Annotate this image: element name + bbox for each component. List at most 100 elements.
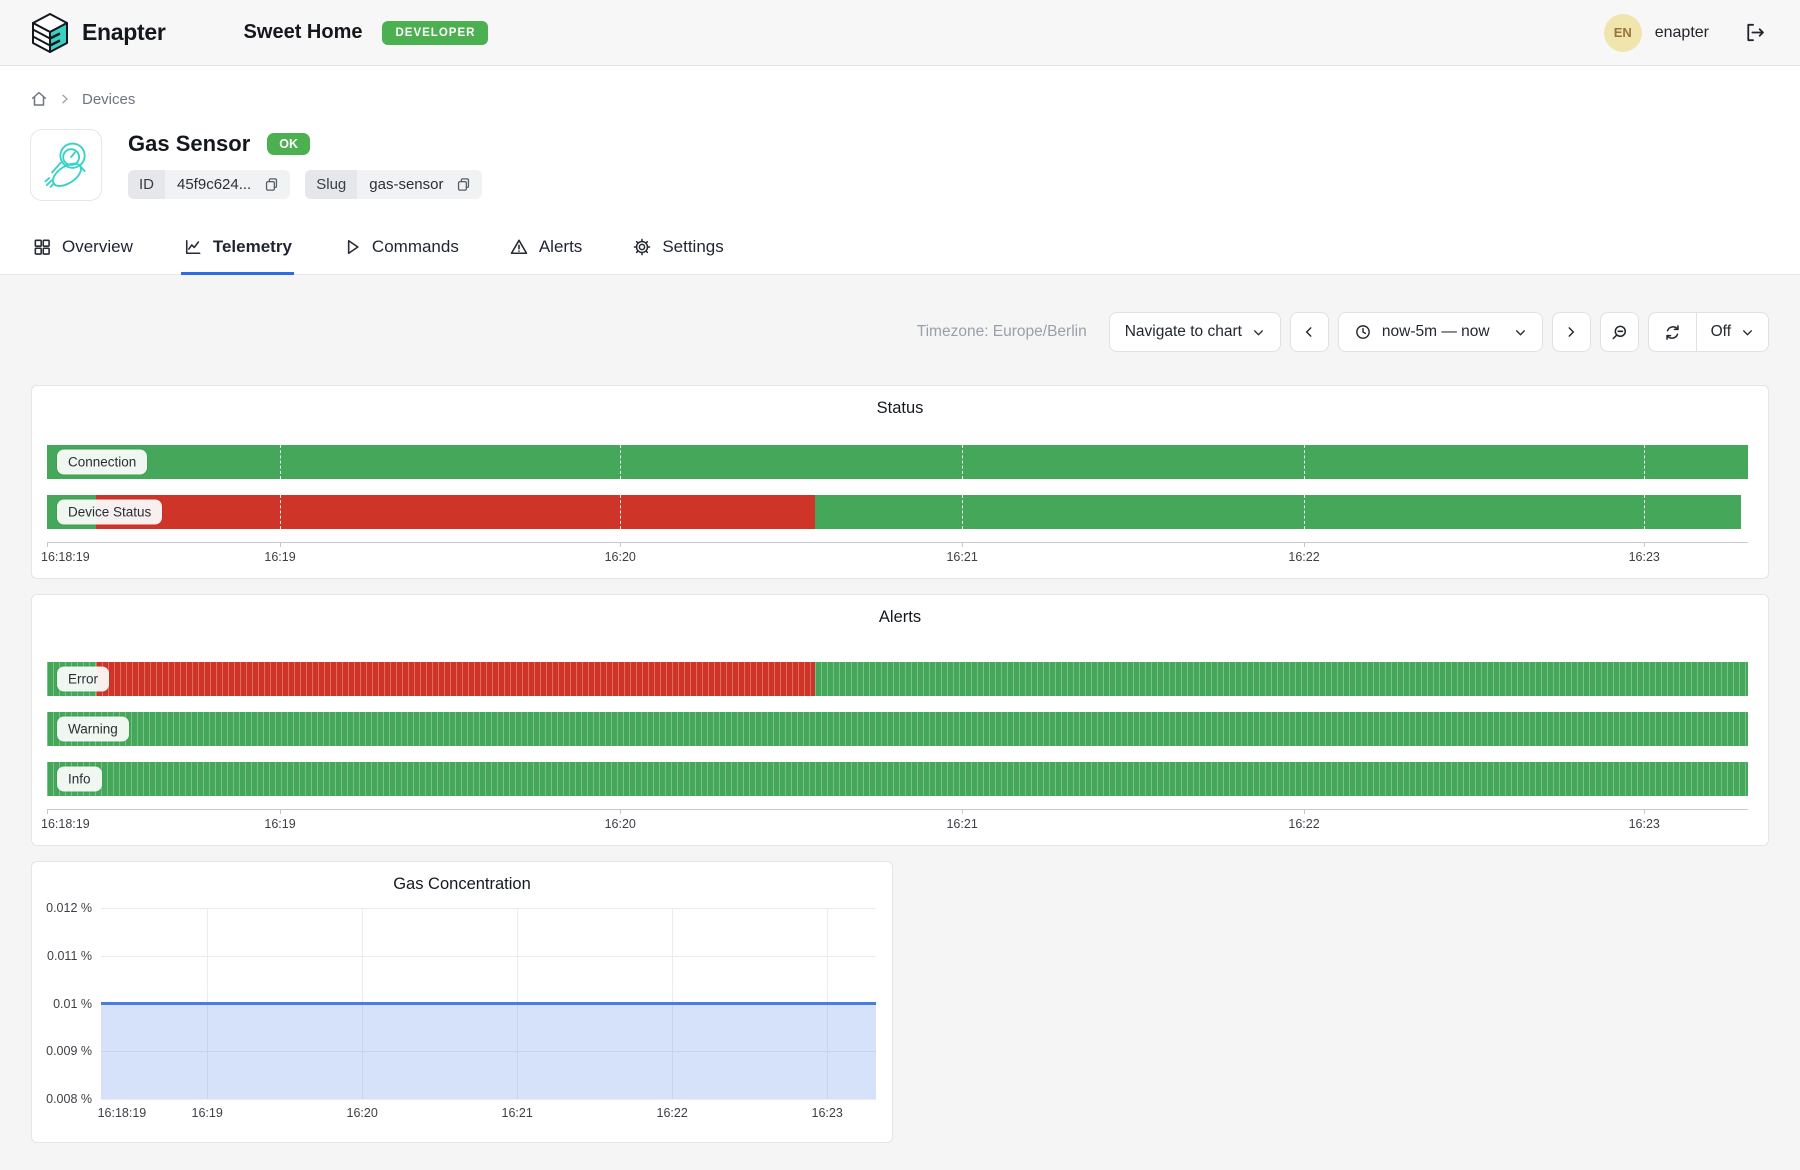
logout-button[interactable] [1739, 17, 1770, 48]
device-id-value: 45f9c624... [165, 170, 255, 199]
axis-tick [620, 543, 621, 547]
row-label-chip: Warning [57, 717, 129, 742]
timeline-segment-green[interactable] [815, 662, 1748, 696]
time-range-picker-button[interactable]: now-5m — now [1338, 312, 1543, 352]
minute-gridline [1304, 445, 1305, 479]
series-area-fill [101, 1004, 876, 1100]
time-range-back-button[interactable] [1290, 312, 1329, 352]
axis-tick-label: 16:21 [502, 1106, 533, 1120]
alerts-chart-card: Alerts Error Warning Info 16:18:19 16:19 16:20… [31, 594, 1769, 846]
chart-title: Status [32, 386, 1768, 418]
zoom-out-icon [1610, 323, 1629, 342]
chart-title: Alerts [32, 595, 1768, 627]
chevron-left-icon [1302, 325, 1316, 339]
device-status-badge: OK [267, 133, 310, 155]
axis-tick-label: 16:20 [347, 1106, 378, 1120]
axis-tick-label: 16:18:19 [41, 817, 90, 831]
tab-commands[interactable]: Commands [340, 227, 461, 275]
device-header: Gas Sensor OK ID 45f9c624... Slug gas-se… [30, 129, 1770, 201]
gas-plot-area[interactable]: 0.012 %0.011 %0.01 %0.009 %0.008 % [101, 908, 876, 1099]
alerts-chart-body: ErrorWarningInfo16:18:1916:1916:2016:211… [32, 662, 1768, 837]
logout-icon [1743, 21, 1766, 44]
tab-telemetry[interactable]: Telemetry [181, 227, 294, 275]
axis-tick-label: 16:18:19 [41, 550, 90, 564]
axis-tick [47, 543, 48, 547]
auto-refresh-label: Off [1711, 323, 1731, 341]
y-gridline [101, 956, 876, 957]
tab-overview[interactable]: Overview [30, 227, 135, 275]
axis-tick [962, 810, 963, 814]
device-id-chip: ID 45f9c624... [128, 170, 290, 199]
time-range-label: now-5m — now [1382, 323, 1490, 341]
axis-tick-label: 16:23 [1629, 817, 1660, 831]
series-line [101, 1002, 876, 1005]
timeline-segment-red[interactable] [96, 495, 815, 529]
breadcrumb: Devices [30, 66, 1770, 108]
copy-id-button[interactable] [255, 170, 290, 199]
tab-label: Overview [62, 237, 133, 257]
timeline-segment-green[interactable] [47, 762, 1748, 796]
device-avatar [30, 129, 102, 201]
tab-label: Alerts [539, 237, 582, 257]
clock-icon [1354, 323, 1372, 341]
timeline-row-warning[interactable]: Warning [47, 712, 1748, 746]
app-header: Enapter Sweet Home DEVELOPER EN enapter [0, 0, 1800, 66]
status-chart-card: Status Connection Device Status 16:18:19 16:… [31, 385, 1769, 579]
row-label-chip: Device Status [57, 500, 162, 525]
time-range-forward-button[interactable] [1552, 312, 1591, 352]
timeline-row-connection[interactable]: Connection [47, 445, 1748, 479]
timeline-segment-green[interactable] [47, 445, 1748, 479]
row-label-chip: Error [57, 667, 109, 692]
chart-title: Gas Concentration [32, 862, 892, 894]
chevron-down-icon [1252, 326, 1265, 339]
row-label-chip: Connection [57, 450, 147, 475]
axis-tick [280, 810, 281, 814]
timeline-row-error[interactable]: Error [47, 662, 1748, 696]
minute-gridline [962, 495, 963, 529]
axis-tick [1644, 810, 1645, 814]
axis-tick-label: 16:20 [605, 817, 636, 831]
minute-gridline [1644, 495, 1645, 529]
tab-label: Telemetry [213, 237, 292, 257]
auto-refresh-interval-button[interactable]: Off [1696, 313, 1768, 351]
tab-settings[interactable]: Settings [630, 227, 725, 275]
breadcrumb-home-link[interactable] [30, 90, 48, 108]
minute-gridline [280, 495, 281, 529]
device-meta: ID 45f9c624... Slug gas-sensor [128, 170, 482, 199]
tab-alerts[interactable]: Alerts [507, 227, 584, 275]
zoom-out-button[interactable] [1600, 312, 1639, 352]
play-icon [342, 237, 362, 257]
axis-tick-label: 16:18:19 [98, 1106, 147, 1120]
refresh-button[interactable] [1649, 313, 1696, 351]
chart-toolbar: Timezone: Europe/Berlin Navigate to char… [31, 312, 1769, 352]
minute-gridline [620, 495, 621, 529]
axis-tick-label: 16:23 [812, 1106, 843, 1120]
device-slug-chip: Slug gas-sensor [305, 170, 482, 199]
user-name[interactable]: enapter [1655, 24, 1709, 42]
timeline-segment-red[interactable] [96, 662, 815, 696]
navigate-to-chart-button[interactable]: Navigate to chart [1109, 312, 1281, 352]
timeline-row-info[interactable]: Info [47, 762, 1748, 796]
row-label-chip: Info [57, 767, 102, 792]
navigate-to-chart-label: Navigate to chart [1125, 323, 1242, 341]
device-info: Gas Sensor OK ID 45f9c624... Slug gas-se… [128, 129, 482, 201]
site-name[interactable]: Sweet Home [244, 21, 363, 44]
copy-slug-button[interactable] [447, 170, 482, 199]
device-slug-key: Slug [305, 170, 357, 199]
axis-tick-label: 16:21 [946, 550, 977, 564]
chevron-down-icon [1741, 326, 1754, 339]
time-axis: 16:18:1916:1916:2016:2116:2216:23 [47, 809, 1748, 837]
home-icon [30, 90, 48, 108]
axis-tick-label: 16:19 [192, 1106, 223, 1120]
timeline-row-device-status[interactable]: Device Status [47, 495, 1748, 529]
y-axis-label: 0.009 % [46, 1044, 92, 1058]
axis-tick-label: 16:20 [605, 550, 636, 564]
axis-tick [962, 543, 963, 547]
timeline-segment-green[interactable] [815, 495, 1741, 529]
timeline-segment-green[interactable] [47, 712, 1748, 746]
axis-tick-label: 16:19 [264, 817, 295, 831]
breadcrumb-devices-link[interactable]: Devices [82, 91, 135, 108]
timezone-label: Timezone: Europe/Berlin [917, 323, 1087, 341]
user-avatar[interactable]: EN [1604, 14, 1642, 52]
brand-name[interactable]: Enapter [82, 19, 166, 46]
